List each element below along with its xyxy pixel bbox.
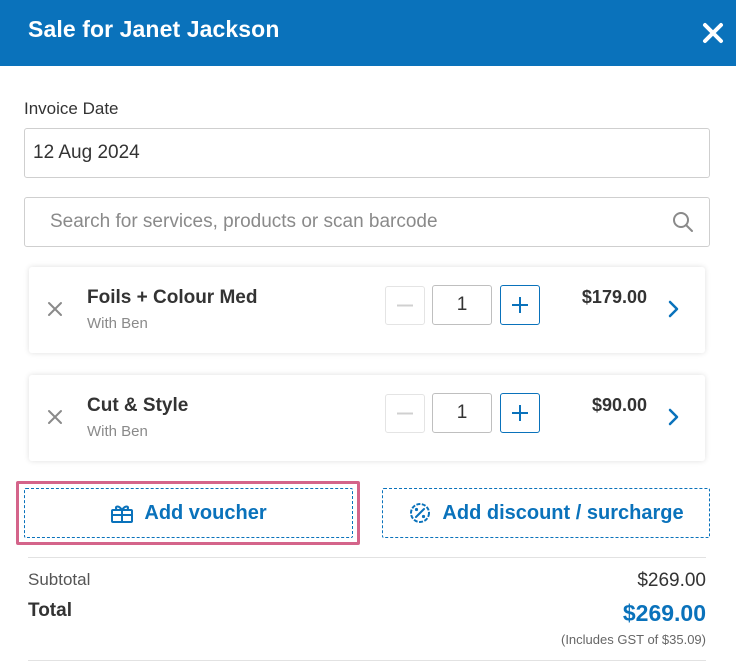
total-label: Total [28, 600, 72, 621]
plus-icon [512, 405, 528, 421]
quantity-field[interactable]: 1 [432, 393, 492, 433]
divider [28, 660, 706, 661]
remove-item-icon[interactable] [47, 301, 63, 317]
increase-quantity-button[interactable] [500, 285, 540, 325]
remove-item-icon[interactable] [47, 409, 63, 425]
line-item: Cut & Style With Ben 1 $90.00 [29, 375, 705, 461]
item-price: $179.00 [581, 287, 647, 307]
add-discount-label: Add discount / surcharge [442, 501, 684, 524]
add-voucher-label: Add voucher [144, 501, 267, 524]
subtotal-label: Subtotal [28, 570, 91, 589]
plus-icon [512, 297, 528, 313]
invoice-date-label: Invoice Date [24, 99, 119, 118]
quantity-field[interactable]: 1 [432, 285, 492, 325]
item-staff: With Ben [87, 315, 148, 332]
minus-icon [397, 412, 413, 415]
search-input[interactable] [25, 198, 665, 246]
search-box [24, 197, 710, 247]
modal-header: Sale for Janet Jackson [0, 0, 736, 66]
decrease-quantity-button[interactable] [385, 286, 425, 325]
add-voucher-button[interactable]: Add voucher [24, 488, 353, 538]
increase-quantity-button[interactable] [500, 393, 540, 433]
minus-icon [397, 304, 413, 307]
gst-note: (Includes GST of $35.09) [560, 632, 706, 647]
modal-title: Sale for Janet Jackson [28, 16, 280, 42]
item-staff: With Ben [87, 423, 148, 440]
discount-icon [410, 503, 431, 523]
search-icon[interactable] [671, 210, 695, 234]
invoice-date-field[interactable]: 12 Aug 2024 [24, 128, 710, 178]
item-name: Foils + Colour Med [87, 287, 258, 308]
gift-icon [111, 505, 134, 523]
divider [28, 557, 706, 558]
item-price: $90.00 [591, 395, 647, 415]
line-item: Foils + Colour Med With Ben 1 $179.00 [29, 267, 705, 353]
subtotal-value: $269.00 [637, 570, 706, 591]
add-discount-button[interactable]: Add discount / surcharge [382, 488, 710, 538]
item-name: Cut & Style [87, 395, 189, 416]
chevron-right-icon[interactable] [667, 407, 681, 427]
close-icon[interactable] [700, 20, 726, 46]
chevron-right-icon[interactable] [667, 299, 681, 319]
total-value: $269.00 [622, 600, 706, 626]
decrease-quantity-button[interactable] [385, 394, 425, 433]
